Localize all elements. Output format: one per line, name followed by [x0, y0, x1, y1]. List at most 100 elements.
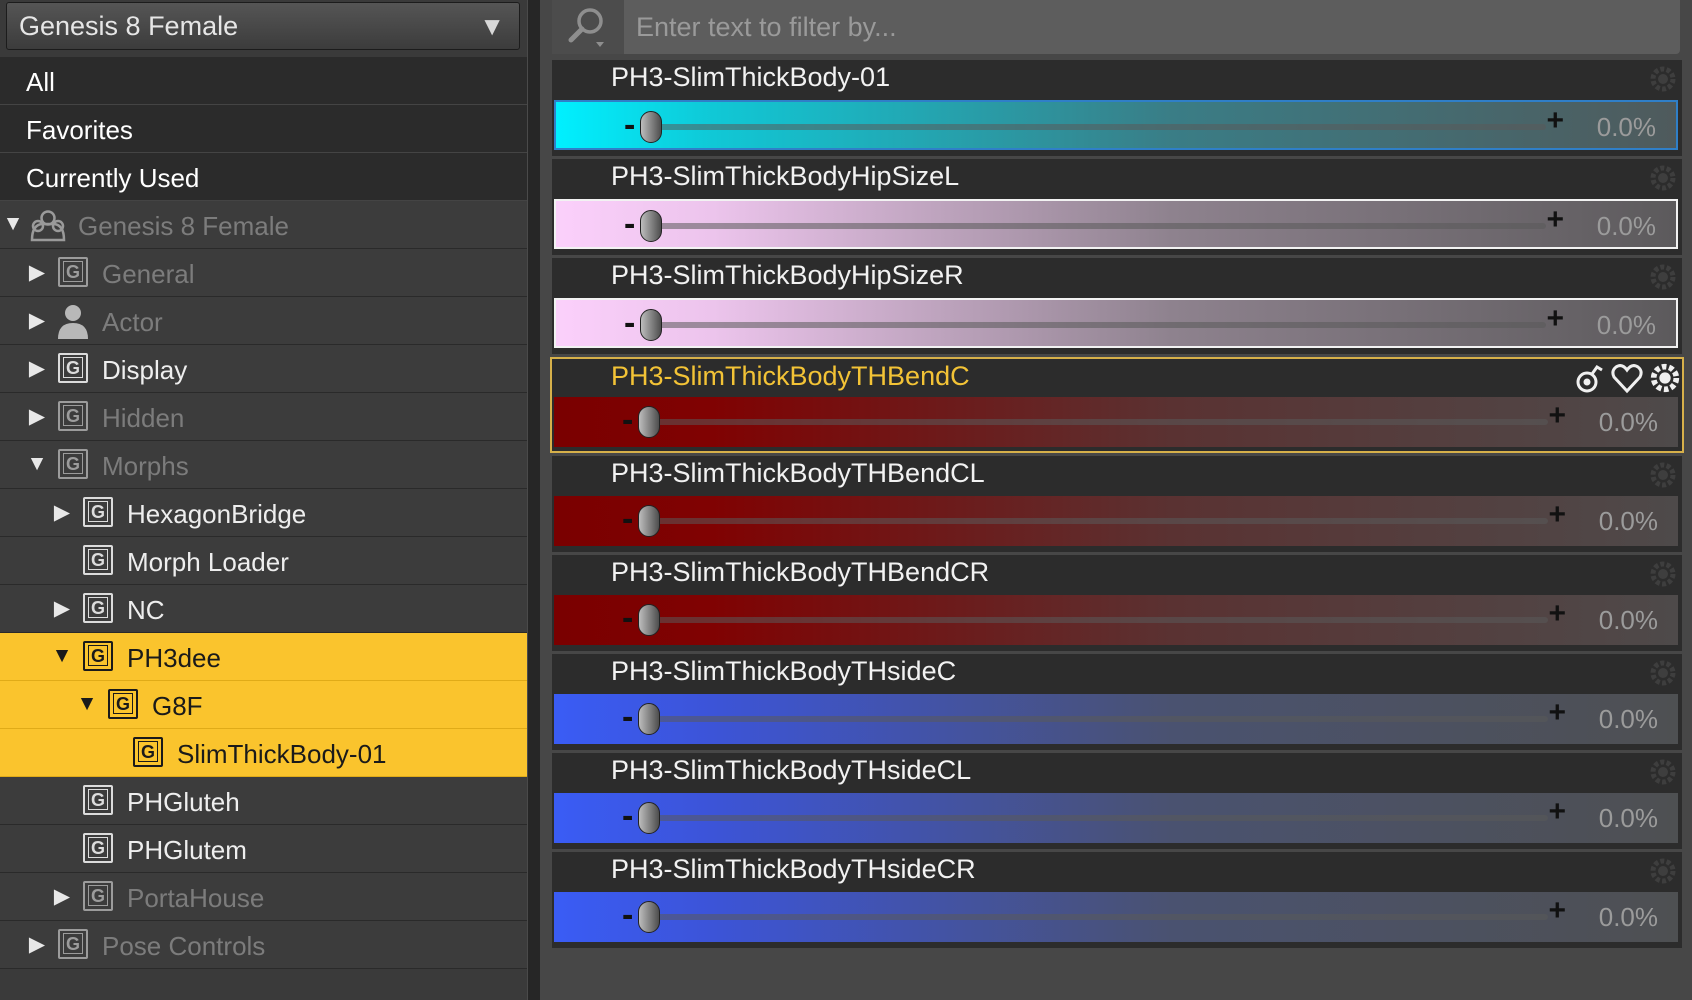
gear-icon[interactable]: [1648, 361, 1682, 395]
slider-knob[interactable]: [638, 703, 660, 735]
value-slider[interactable]: - + 0.0%: [554, 694, 1678, 744]
value-slider[interactable]: - + 0.0%: [554, 892, 1678, 942]
collapsed-arrow-icon[interactable]: ▶: [26, 356, 48, 381]
increment-button[interactable]: +: [1546, 104, 1564, 138]
collapsed-arrow-icon[interactable]: ▶: [26, 932, 48, 957]
value-slider[interactable]: - + 0.0%: [554, 793, 1678, 843]
slider-knob[interactable]: [638, 505, 660, 537]
category-tree: All Favorites Currently Used ▼ Genesis 8…: [0, 57, 527, 969]
gear-icon[interactable]: [1648, 460, 1678, 490]
slider-knob[interactable]: [638, 901, 660, 933]
decrement-button[interactable]: -: [622, 401, 633, 440]
tree-item-label: Genesis 8 Female: [78, 211, 289, 241]
slider-value[interactable]: 0.0%: [1597, 310, 1656, 341]
tree-item-actor[interactable]: ▶ Actor: [0, 297, 527, 345]
tree-item-morphs[interactable]: ▼ Morphs: [0, 441, 527, 489]
tree-item-slimthickbody-01[interactable]: SlimThickBody-01: [0, 729, 527, 777]
decrement-button[interactable]: -: [624, 304, 635, 343]
tree-item-genesis-8-female[interactable]: ▼ Genesis 8 Female: [0, 201, 527, 249]
expanded-arrow-icon[interactable]: ▼: [51, 644, 73, 668]
collapsed-arrow-icon[interactable]: ▶: [26, 404, 48, 429]
group-icon: [83, 641, 113, 671]
property-slider-row: PH3-SlimThickBodyTHsideCR - + 0.0%: [552, 852, 1682, 948]
expanded-arrow-icon[interactable]: ▼: [2, 212, 24, 236]
tree-item-all[interactable]: All: [0, 57, 527, 105]
tree-item-nc[interactable]: ▶ NC: [0, 585, 527, 633]
gear-icon[interactable]: [1648, 559, 1678, 589]
decrement-button[interactable]: -: [622, 698, 633, 737]
tree-item-general[interactable]: ▶ General: [0, 249, 527, 297]
collapsed-arrow-icon[interactable]: ▶: [51, 500, 73, 525]
gear-icon[interactable]: [1648, 658, 1678, 688]
property-name: PH3-SlimThickBodyTHsideC: [611, 656, 957, 686]
property-panel: PH3-SlimThickBody-01 - + 0.0% PH3-SlimTh…: [540, 0, 1692, 1000]
gear-icon[interactable]: [1648, 64, 1678, 94]
decrement-button[interactable]: -: [622, 500, 633, 539]
decrement-button[interactable]: -: [622, 599, 633, 638]
slider-value[interactable]: 0.0%: [1599, 506, 1658, 537]
expanded-arrow-icon[interactable]: ▼: [76, 692, 98, 716]
gear-icon[interactable]: [1648, 262, 1678, 292]
tree-item-ph3dee[interactable]: ▼ PH3dee: [0, 633, 527, 681]
decrement-button[interactable]: -: [624, 106, 635, 145]
tree-item-phglutem[interactable]: PHGlutem: [0, 825, 527, 873]
value-slider[interactable]: - + 0.0%: [554, 595, 1678, 645]
slider-value[interactable]: 0.0%: [1597, 112, 1656, 143]
filter-input[interactable]: [634, 6, 1668, 48]
slider-value[interactable]: 0.0%: [1599, 902, 1658, 933]
panel-splitter[interactable]: [527, 0, 540, 1000]
increment-button[interactable]: +: [1546, 302, 1564, 336]
increment-button[interactable]: +: [1548, 795, 1566, 829]
value-slider[interactable]: - + 0.0%: [554, 397, 1678, 447]
slider-knob[interactable]: [638, 406, 660, 438]
increment-button[interactable]: +: [1546, 203, 1564, 237]
tree-item-display[interactable]: ▶ Display: [0, 345, 527, 393]
search-button[interactable]: [552, 0, 624, 54]
decrement-button[interactable]: -: [622, 896, 633, 935]
value-slider[interactable]: - + 0.0%: [554, 199, 1678, 249]
slider-value[interactable]: 0.0%: [1599, 803, 1658, 834]
slider-value[interactable]: 0.0%: [1599, 704, 1658, 735]
slider-knob[interactable]: [640, 309, 662, 341]
slider-value[interactable]: 0.0%: [1599, 407, 1658, 438]
tree-item-portahouse[interactable]: ▶ PortaHouse: [0, 873, 527, 921]
slider-value[interactable]: 0.0%: [1599, 605, 1658, 636]
collapsed-arrow-icon[interactable]: ▶: [26, 260, 48, 285]
group-icon: [58, 353, 88, 383]
gear-icon[interactable]: [1648, 856, 1678, 886]
tree-item-favorites[interactable]: Favorites: [0, 105, 527, 153]
tree-item-hexagonbridge[interactable]: ▶ HexagonBridge: [0, 489, 527, 537]
tree-item-g8f[interactable]: ▼ G8F: [0, 681, 527, 729]
slider-knob[interactable]: [638, 802, 660, 834]
gear-icon[interactable]: [1648, 163, 1678, 193]
collapsed-arrow-icon[interactable]: ▶: [26, 308, 48, 333]
value-slider[interactable]: - + 0.0%: [554, 100, 1678, 150]
tree-item-phgluteh[interactable]: PHGluteh: [0, 777, 527, 825]
tree-item-pose-controls[interactable]: ▶ Pose Controls: [0, 921, 527, 969]
slider-knob[interactable]: [638, 604, 660, 636]
heart-icon[interactable]: [1610, 361, 1644, 395]
link-icon[interactable]: [1572, 361, 1606, 395]
tree-item-hidden[interactable]: ▶ Hidden: [0, 393, 527, 441]
value-slider[interactable]: - + 0.0%: [554, 496, 1678, 546]
figure-selector[interactable]: Genesis 8 Female ▼: [6, 2, 520, 50]
increment-button[interactable]: +: [1548, 894, 1566, 928]
tree-item-label: SlimThickBody-01: [177, 739, 387, 769]
increment-button[interactable]: +: [1548, 498, 1566, 532]
increment-button[interactable]: +: [1548, 696, 1566, 730]
group-icon: [108, 689, 138, 719]
collapsed-arrow-icon[interactable]: ▶: [51, 884, 73, 909]
gear-icon[interactable]: [1648, 757, 1678, 787]
decrement-button[interactable]: -: [624, 205, 635, 244]
expanded-arrow-icon[interactable]: ▼: [26, 452, 48, 476]
slider-value[interactable]: 0.0%: [1597, 211, 1656, 242]
tree-item-morph-loader[interactable]: Morph Loader: [0, 537, 527, 585]
decrement-button[interactable]: -: [622, 797, 633, 836]
collapsed-arrow-icon[interactable]: ▶: [51, 596, 73, 621]
slider-knob[interactable]: [640, 210, 662, 242]
tree-item-currently-used[interactable]: Currently Used: [0, 153, 527, 201]
value-slider[interactable]: - + 0.0%: [554, 298, 1678, 348]
increment-button[interactable]: +: [1548, 597, 1566, 631]
slider-knob[interactable]: [640, 111, 662, 143]
increment-button[interactable]: +: [1548, 399, 1566, 433]
